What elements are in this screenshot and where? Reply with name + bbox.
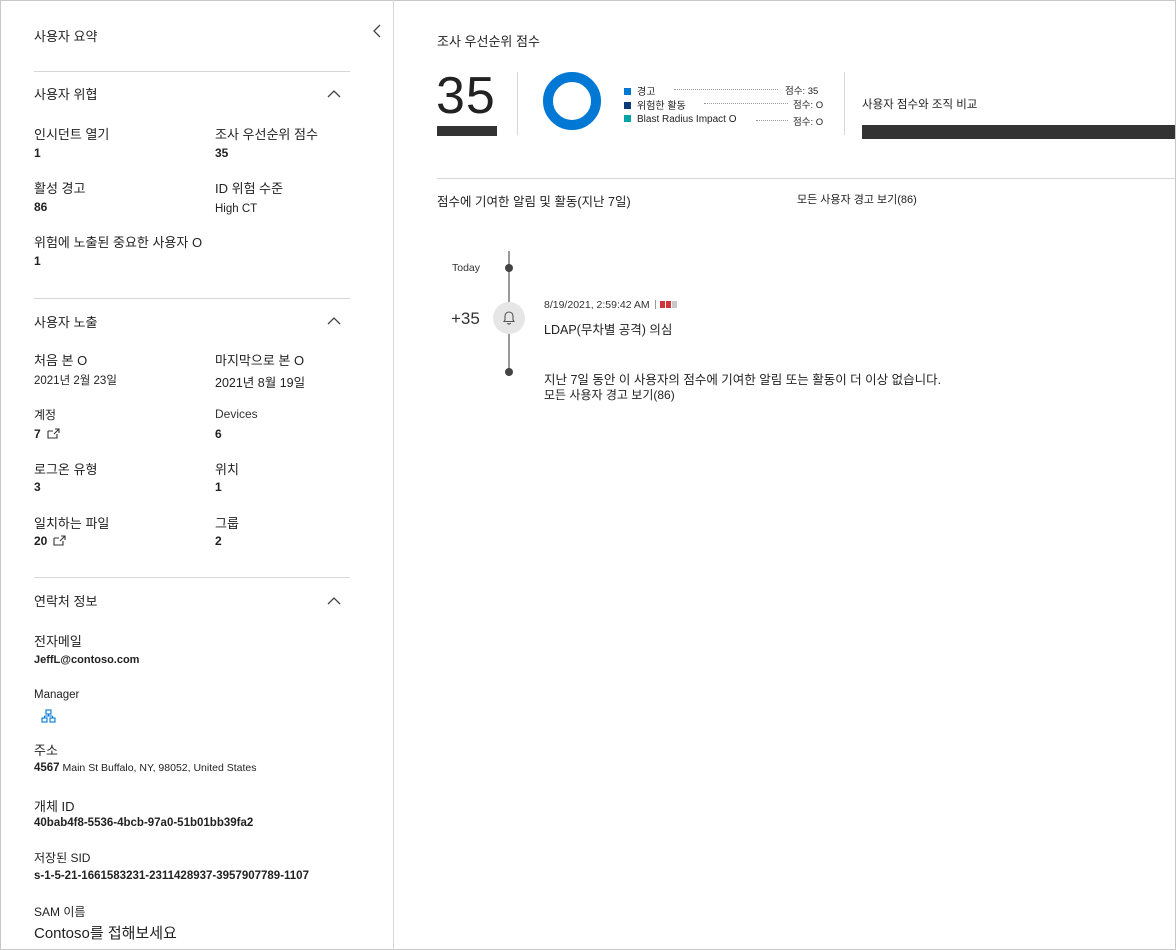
timeline-event-meta: 8/19/2021, 2:59:42 AM <box>544 299 677 311</box>
score-panel-title: 조사 우선순위 점수 <box>437 34 540 49</box>
logon-types-value: 3 <box>34 480 41 494</box>
section-title-contact-info: 연락처 정보 <box>34 594 98 609</box>
severity-high-bar <box>659 301 665 308</box>
legend-blast-radius: Blast Radius Impact O <box>624 114 736 125</box>
address-number: 4567 <box>34 762 60 774</box>
locations-label: 위치 <box>215 462 239 477</box>
id-risk-value: High CT <box>215 203 258 215</box>
object-id-value: 40bab4f8-5536-4bcb-97a0-51b01bb39fa2 <box>34 817 254 829</box>
timeline-score-delta: +35 <box>451 309 480 328</box>
chevron-up-icon[interactable] <box>327 87 341 101</box>
divider <box>34 577 350 578</box>
view-all-alerts-link[interactable]: 모든 사용자 경고 보기(86) <box>797 191 917 207</box>
timeline-event-badge[interactable] <box>493 302 525 334</box>
open-external-icon <box>53 535 66 546</box>
first-seen-label: 처음 본 O <box>34 353 88 368</box>
score-underline-bar <box>437 126 497 136</box>
email-label: 전자메일 <box>34 634 82 649</box>
sam-value: Contoso를 접해보세요 <box>34 925 177 942</box>
legend-risky-activity: 위험한 활동 <box>624 97 686 112</box>
timeline-dot <box>505 368 513 376</box>
address-value: Main St Buffalo, NY, 98052, United State… <box>62 762 257 774</box>
address-value-row: 4567 Main St Buffalo, NY, 98052, United … <box>34 762 257 774</box>
accounts-label: 계정 <box>34 408 57 422</box>
priority-score-big: 35 <box>436 67 496 125</box>
severity-high-bar <box>665 301 671 308</box>
section-title-user-exposure: 사용자 노출 <box>34 315 98 330</box>
divider <box>34 71 350 72</box>
bell-icon <box>502 311 516 325</box>
chevron-up-icon[interactable] <box>327 594 341 608</box>
accounts-value: 7 <box>34 427 41 441</box>
address-label: 주소 <box>34 743 58 758</box>
org-chart-icon[interactable] <box>41 709 56 723</box>
legend-label: 위험한 활동 <box>637 101 686 112</box>
legend-swatch <box>624 102 631 109</box>
critical-user-value: 1 <box>34 254 41 268</box>
locations-value: 1 <box>215 480 222 494</box>
last-seen-label: 마지막으로 본 O <box>215 353 305 368</box>
org-compare-bar <box>862 125 1175 139</box>
matching-files-value: 20 <box>34 534 48 548</box>
severity-low-bar <box>671 301 677 308</box>
user-summary-panel: 사용자 요약 사용자 위협 인시던트 열기 1 조사 우선순위 점수 35 활성… <box>0 0 394 950</box>
divider <box>34 298 350 299</box>
legend-swatch <box>624 115 631 122</box>
devices-label: Devices <box>215 407 258 421</box>
event-time: 8/19/2021, 2:59:42 AM <box>544 299 650 311</box>
meta-separator <box>654 300 656 309</box>
logon-types-label: 로그온 유형 <box>34 462 98 477</box>
matching-files-link[interactable]: 20 <box>34 534 66 548</box>
groups-label: 그룹 <box>215 516 239 531</box>
last-seen-value: 2021년 8월 19일 <box>215 376 306 390</box>
priority-score-label: 조사 우선순위 점수 <box>215 127 318 142</box>
collapse-panel-icon[interactable] <box>371 24 385 38</box>
legend-label: Blast Radius Impact O <box>637 114 737 125</box>
legend-value: 점수: O <box>793 117 824 128</box>
timeline-dot <box>505 264 513 272</box>
timeline-today-label: Today <box>452 262 481 274</box>
score-donut-chart <box>543 72 601 130</box>
first-seen-value: 2021년 2월 23일 <box>34 375 117 387</box>
sid-value: s-1-5-21-1661583231-2311428937-395790778… <box>34 870 309 882</box>
panel-title: 사용자 요약 <box>34 29 98 44</box>
id-risk-label: ID 위험 수준 <box>215 181 284 196</box>
timeline-view-all-link[interactable]: 모든 사용자 경고 보기(86) <box>544 386 675 403</box>
sam-label: SAM 이름 <box>34 905 86 919</box>
open-incidents-label: 인시던트 열기 <box>34 127 110 142</box>
sid-label: 저장된 SID <box>34 851 91 865</box>
org-compare-label: 사용자 점수와 조직 비교 <box>862 99 978 111</box>
accounts-link[interactable]: 7 <box>34 427 60 441</box>
matching-files-label: 일치하는 파일 <box>34 516 110 531</box>
active-alerts-label: 활성 경고 <box>34 181 86 196</box>
legend-value: 점수: O <box>793 100 824 111</box>
devices-value: 6 <box>215 427 222 441</box>
horizontal-divider <box>437 178 1175 179</box>
timeline-event-title[interactable]: LDAP(무차별 공격) 의심 <box>544 319 672 338</box>
vertical-divider <box>844 72 845 135</box>
vertical-divider <box>517 72 518 135</box>
priority-score-value: 35 <box>215 146 229 160</box>
open-incidents-value: 1 <box>34 146 41 160</box>
manager-label: Manager <box>34 689 80 701</box>
chevron-up-icon[interactable] <box>327 314 341 328</box>
section-title-user-threat: 사용자 위협 <box>34 87 98 102</box>
leader-dots <box>704 103 788 104</box>
legend-swatch <box>624 88 631 95</box>
groups-value: 2 <box>215 534 222 548</box>
legend-value: 점수: 35 <box>785 86 819 97</box>
alerts-section-title: 점수에 기여한 알림 및 활동(지난 7일) <box>437 195 631 209</box>
leader-dots <box>674 89 778 90</box>
leader-dots <box>756 120 788 121</box>
open-external-icon <box>47 428 60 439</box>
object-id-label: 개체 ID <box>34 799 75 814</box>
email-value: JeffL@contoso.com <box>34 654 140 666</box>
active-alerts-value: 86 <box>34 200 48 214</box>
critical-user-label: 위험에 노출된 중요한 사용자 O <box>34 235 203 250</box>
legend-alerts: 경고 <box>624 83 655 98</box>
